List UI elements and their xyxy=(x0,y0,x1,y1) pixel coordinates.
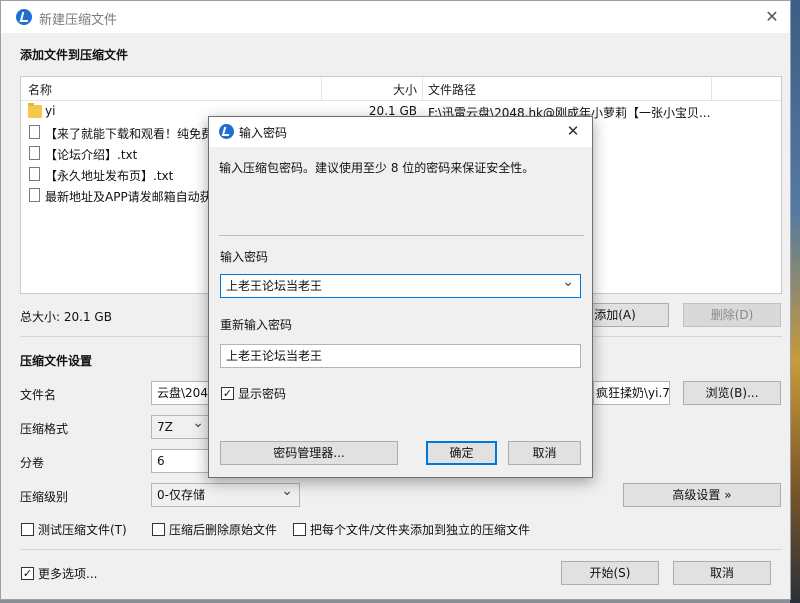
separate-archives-label[interactable]: 把每个文件/文件夹添加到独立的压缩文件 xyxy=(310,521,530,538)
column-separator[interactable] xyxy=(422,77,423,101)
dialog-cancel-button[interactable]: 取消 xyxy=(508,441,581,465)
separate-archives-checkbox[interactable] xyxy=(293,523,306,536)
files-section-title: 添加文件到压缩文件 xyxy=(20,48,129,62)
file-icon xyxy=(29,125,40,139)
column-separator[interactable] xyxy=(711,77,712,101)
test-archive-label[interactable]: 测试压缩文件(T) xyxy=(38,521,127,538)
advanced-settings-button[interactable]: 高级设置 » xyxy=(623,483,781,507)
desktop-background xyxy=(790,0,800,603)
ok-button[interactable]: 确定 xyxy=(426,441,497,465)
app-logo-icon xyxy=(219,124,234,139)
delete-after-checkbox[interactable] xyxy=(152,523,165,536)
dialog-close-button[interactable]: ✕ xyxy=(562,120,584,142)
format-select[interactable]: 7Z xyxy=(151,415,211,439)
show-password-checkbox[interactable]: ✓ xyxy=(221,387,234,400)
volume-label: 分卷 xyxy=(20,456,45,470)
settings-section-title: 压缩文件设置 xyxy=(20,354,93,368)
delete-after-label[interactable]: 压缩后删除原始文件 xyxy=(169,521,277,538)
password-input[interactable]: 上老王论坛当老王 xyxy=(220,274,581,298)
cancel-button[interactable]: 取消 xyxy=(673,561,771,585)
delete-button[interactable]: 删除(D) xyxy=(683,303,781,327)
section-divider xyxy=(20,549,782,550)
password-label: 输入密码 xyxy=(220,250,269,264)
dialog-body: 输入压缩包密码。建议使用至少 8 位的密码来保证安全性。 输入密码 上老王论坛当… xyxy=(209,147,592,479)
level-select[interactable]: 0-仅存储 xyxy=(151,483,300,507)
column-separator[interactable] xyxy=(321,77,322,101)
start-button[interactable]: 开始(S) xyxy=(561,561,659,585)
dialog-title: 输入密码 xyxy=(239,126,288,140)
column-header-size[interactable]: 大小 xyxy=(341,81,417,98)
password-dialog: 输入密码 ✕ 输入压缩包密码。建议使用至少 8 位的密码来保证安全性。 输入密码… xyxy=(208,116,593,478)
column-header-name[interactable]: 名称 xyxy=(28,81,52,98)
total-size: 总大小: 20.1 GB xyxy=(20,310,112,324)
window-close-button[interactable]: ✕ xyxy=(760,5,784,29)
dialog-divider xyxy=(219,235,584,236)
column-header-path[interactable]: 文件路径 xyxy=(428,81,476,98)
browse-button[interactable]: 浏览(B)... xyxy=(683,381,781,405)
more-options-label[interactable]: 更多选项... xyxy=(38,565,97,582)
filename-input[interactable]: 云盘\2048 xyxy=(151,381,211,405)
filename-label: 文件名 xyxy=(20,388,57,402)
more-options-checkbox[interactable]: ✓ xyxy=(21,567,34,580)
level-label: 压缩级别 xyxy=(20,490,69,504)
reenter-password-input[interactable]: 上老王论坛当老王 xyxy=(220,344,581,368)
app-logo-icon xyxy=(16,9,32,25)
file-icon xyxy=(29,188,40,202)
format-label: 压缩格式 xyxy=(20,422,69,436)
reenter-password-label: 重新输入密码 xyxy=(220,318,293,332)
test-archive-checkbox[interactable] xyxy=(21,523,34,536)
window-title: 新建压缩文件 xyxy=(39,13,118,28)
dialog-description: 输入压缩包密码。建议使用至少 8 位的密码来保证安全性。 xyxy=(219,161,535,175)
title-bar: 新建压缩文件 ✕ xyxy=(1,1,790,33)
volume-input[interactable]: 6 xyxy=(151,449,211,473)
dialog-title-bar: 输入密码 ✕ xyxy=(209,117,592,147)
filename-input-tail[interactable]: 疯狂揉奶\yi.7z xyxy=(593,381,670,405)
show-password-label[interactable]: 显示密码 xyxy=(238,385,286,402)
file-icon xyxy=(29,146,40,160)
folder-icon xyxy=(28,103,42,118)
file-list-header: 名称 大小 文件路径 xyxy=(21,77,781,101)
file-icon xyxy=(29,167,40,181)
password-manager-button[interactable]: 密码管理器... xyxy=(220,441,398,465)
